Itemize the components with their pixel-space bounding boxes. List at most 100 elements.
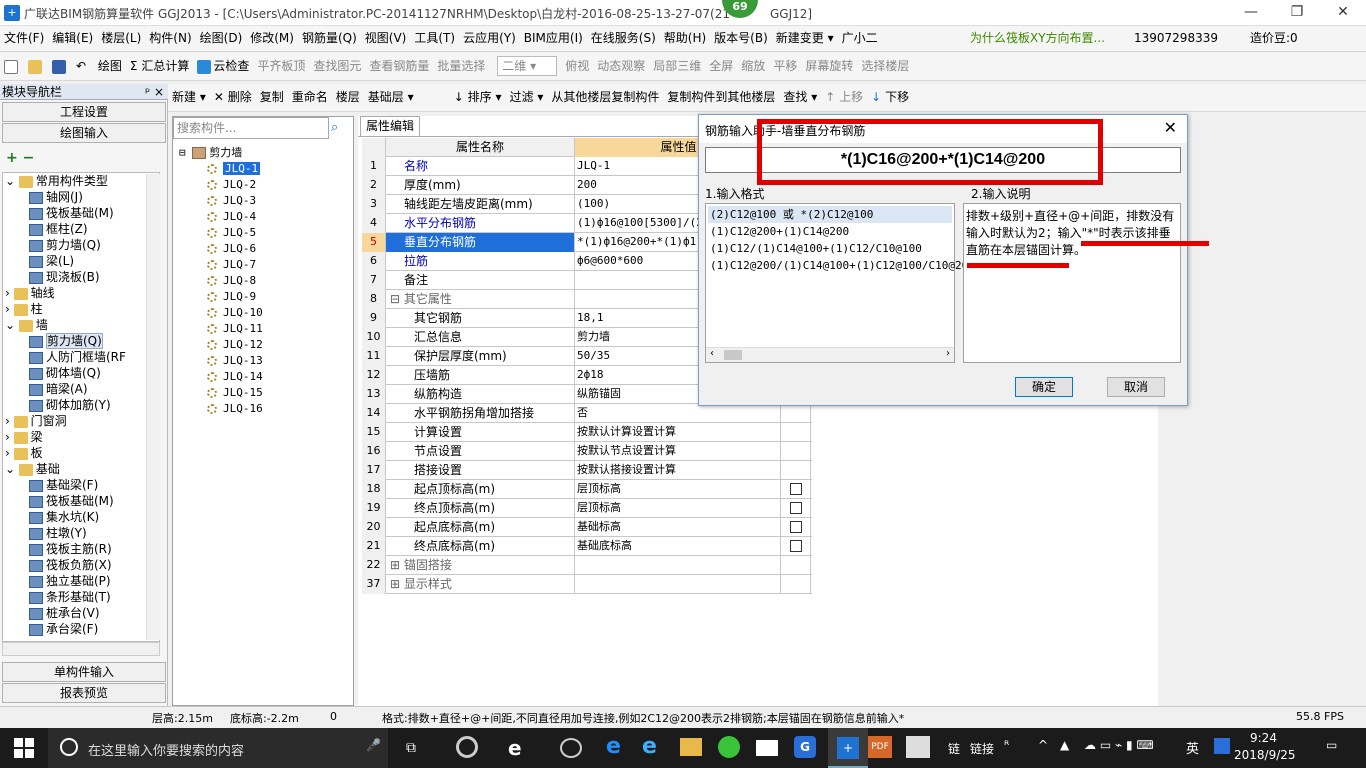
tree-folder[interactable]: › 门窗洞 [5, 413, 67, 429]
menu-view[interactable]: 视图(V) [361, 26, 411, 50]
append-checkbox[interactable] [790, 521, 802, 533]
component-item[interactable]: JLQ-3 [207, 193, 256, 209]
tray-app-icon[interactable] [1214, 738, 1230, 754]
property-value[interactable]: 层顶标高 [575, 499, 781, 518]
property-value[interactable]: 按默认搭接设置计算 [575, 461, 781, 480]
tree-item[interactable]: 桩承台(V) [29, 605, 100, 621]
component-item[interactable]: JLQ-6 [207, 241, 256, 257]
single-input-button[interactable]: 单构件输入 [2, 662, 166, 682]
property-row[interactable]: 15 计算设置 按默认计算设置计算 [362, 423, 812, 442]
paint-app-icon[interactable] [906, 736, 930, 758]
hot-question-link[interactable]: 为什么筏板XY方向布置... [966, 26, 1109, 50]
component-item[interactable]: JLQ-7 [207, 257, 256, 273]
chevron-down-icon[interactable]: ⌄ [5, 318, 19, 332]
property-value[interactable]: 基础标高 [575, 518, 781, 537]
copy-button[interactable]: 复制 [256, 84, 288, 110]
rename-button[interactable]: 重命名 [288, 84, 332, 110]
align-slab-top-button[interactable]: 平齐板顶 [253, 53, 309, 79]
format-hscrollbar[interactable]: ‹ › [706, 347, 954, 362]
property-value[interactable]: 否 [575, 404, 781, 423]
property-row[interactable]: 14 水平钢筋拐角增加搭接 否 [362, 404, 812, 423]
notification-icon[interactable]: ▭ [1326, 738, 1337, 752]
property-row[interactable]: 20 起点底标高(m) 基础标高 [362, 518, 812, 537]
property-value[interactable]: 按默认计算设置计算 [575, 423, 781, 442]
tree-item[interactable]: 剪力墙(Q) [29, 333, 103, 349]
format-item[interactable]: (1)C12@200/(1)C14@100+(1)C12@100/C10@200 [708, 257, 975, 274]
property-row[interactable]: 18 起点顶标高(m) 层顶标高 [362, 480, 812, 499]
chevron-down-icon[interactable]: ⌄ [5, 462, 19, 476]
expand-icon[interactable]: ⊞ [390, 558, 404, 572]
tree-item[interactable]: 剪力墙(Q) [29, 237, 101, 253]
property-value[interactable] [575, 556, 781, 575]
component-item[interactable]: JLQ-1 [207, 161, 261, 177]
new-component-button[interactable]: 新建 ▾ [168, 84, 210, 110]
pin-close-icon[interactable]: ᵖ × [145, 84, 164, 100]
tree-item[interactable]: 人防门框墙(RF [29, 349, 126, 365]
dialog-close-icon[interactable]: ✕ [1164, 118, 1177, 137]
chevron-right-icon[interactable]: › [5, 446, 14, 460]
tree-hscrollbar[interactable] [2, 642, 160, 656]
project-settings-button[interactable]: 工程设置 [2, 102, 166, 122]
property-row[interactable]: 19 终点顶标高(m) 层顶标高 [362, 499, 812, 518]
minimize-button[interactable]: — [1228, 0, 1274, 26]
menu-online[interactable]: 在线服务(S) [587, 26, 660, 50]
append-checkbox[interactable] [790, 540, 802, 552]
tree-item[interactable]: 独立基础(P) [29, 573, 111, 589]
delete-button[interactable]: ✕ 删除 [210, 84, 256, 110]
scroll-right-icon[interactable]: › [946, 348, 950, 359]
user-phone[interactable]: 13907298339 [1130, 26, 1222, 50]
component-item[interactable]: JLQ-16 [207, 401, 263, 417]
component-item[interactable]: JLQ-5 [207, 225, 256, 241]
tree-scrollbar[interactable] [146, 174, 160, 640]
component-item[interactable]: JLQ-2 [207, 177, 256, 193]
property-value[interactable] [575, 575, 781, 594]
task-view-icon[interactable]: ⧉ [406, 740, 416, 756]
format-item[interactable]: (1)C12/(1)C14@100+(1)C12/C10@100 [708, 240, 922, 257]
draw-button[interactable]: 绘图 [94, 53, 126, 79]
property-value[interactable]: 层顶标高 [575, 480, 781, 499]
move-down-button[interactable]: ↓ 下移 [867, 84, 913, 110]
property-row[interactable]: 37 ⊞ 显示样式 [362, 575, 812, 594]
component-item[interactable]: JLQ-9 [207, 289, 256, 305]
property-value[interactable]: 基础底标高 [575, 537, 781, 556]
copy-from-floor-button[interactable]: 从其他楼层复制构件 [547, 84, 663, 110]
tree-item[interactable]: 条形基础(T) [29, 589, 111, 605]
component-item[interactable]: JLQ-4 [207, 209, 256, 225]
tree-item[interactable]: 框柱(Z) [29, 221, 88, 237]
new-file-icon[interactable] [0, 53, 24, 79]
gld-app-icon[interactable]: G [794, 736, 816, 758]
fan-app-icon[interactable] [456, 736, 478, 758]
filter-button[interactable]: 过滤 ▾ [506, 84, 548, 110]
format-item[interactable]: (1)C12@200+(1)C14@200 [708, 223, 849, 240]
tray-link-short[interactable]: 链 [948, 740, 960, 757]
taskbar-search[interactable]: 在这里输入你要搜索的内容 🎤 [48, 728, 388, 768]
clock-time[interactable]: 9:24 [1250, 731, 1277, 745]
restore-button[interactable]: ❐ [1274, 0, 1320, 26]
tree-folder[interactable]: › 梁 [5, 429, 43, 445]
tray-bell-icon[interactable]: ▲ [1060, 738, 1069, 752]
close-window-button[interactable]: ✕ [1320, 0, 1366, 26]
tree-folder[interactable]: ⌄ 常用构件类型 [5, 173, 108, 189]
tree-item[interactable]: 砌体加筋(Y) [29, 397, 111, 413]
local-3d-button[interactable]: 局部三维 [649, 53, 705, 79]
file-explorer-icon[interactable] [680, 738, 702, 756]
tree-item[interactable]: 柱墩(Y) [29, 525, 87, 541]
tree-item[interactable]: 现浇板(B) [29, 269, 100, 285]
ok-button[interactable]: 确定 [1015, 377, 1073, 397]
menu-guangxiaoer[interactable]: 广小二 [838, 26, 882, 50]
sort-button[interactable]: ↓ 排序 ▾ [450, 84, 506, 110]
open-file-icon[interactable] [24, 53, 48, 79]
menu-new-change[interactable]: 新建变更 ▾ [772, 26, 838, 50]
cancel-button[interactable]: 取消 [1107, 377, 1165, 397]
menu-draw[interactable]: 绘图(D) [196, 26, 247, 50]
windows-start-icon[interactable] [14, 738, 34, 758]
tree-item[interactable]: 轴网(J) [29, 189, 83, 205]
tree-item[interactable]: 筏板基础(M) [29, 205, 114, 221]
chevron-right-icon[interactable]: › [5, 430, 14, 444]
property-row[interactable]: 22 ⊞ 锚固搭接 [362, 556, 812, 575]
chevron-right-icon[interactable]: › [5, 302, 14, 316]
copy-to-floor-button[interactable]: 复制构件到其他楼层 [663, 84, 779, 110]
fullscreen-button[interactable]: 全屏 [705, 53, 737, 79]
view-rebar-qty-button[interactable]: 查看钢筋量 [365, 53, 433, 79]
tree-item[interactable]: 砌体墙(Q) [29, 365, 101, 381]
